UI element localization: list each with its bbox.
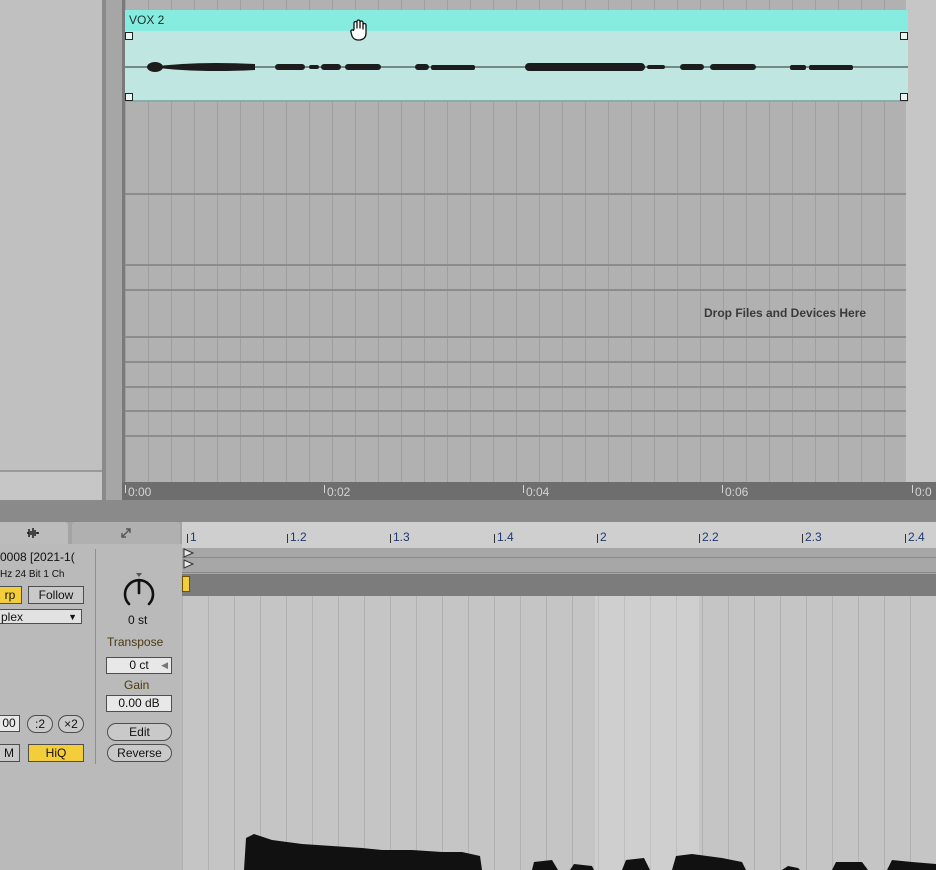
clip-handle-top-left[interactable]: [125, 32, 133, 40]
transpose-knob[interactable]: [121, 573, 157, 611]
track-gutter: [106, 0, 122, 500]
clip-detail-panel: 0008 [2021-1( Hz 24 Bit 1 Ch rp Follow p…: [0, 544, 182, 870]
track-lane-divider: [125, 410, 936, 412]
transpose-label: Transpose: [107, 635, 164, 649]
tempo-field[interactable]: 00: [0, 715, 20, 732]
left-panel-footer: [0, 472, 102, 500]
tab-envelopes[interactable]: [72, 522, 180, 544]
drop-files-hint: Drop Files and Devices Here: [704, 306, 867, 320]
halve-tempo-label: :2: [34, 717, 45, 731]
hiq-button[interactable]: HiQ: [28, 744, 84, 762]
marker-lane-divider: [182, 557, 936, 558]
sample-waveform: [244, 834, 936, 870]
halve-tempo-button[interactable]: :2: [27, 715, 53, 733]
clip-handle-top-right[interactable]: [900, 32, 908, 40]
time-ruler-label: 0:0: [912, 485, 932, 499]
clip-handle-bottom-right[interactable]: [900, 93, 908, 101]
time-ruler-label: 0:00: [124, 485, 152, 499]
audio-clip-vox2[interactable]: VOX 2: [125, 10, 908, 102]
track-lane-divider: [125, 289, 936, 291]
caret-left-icon: ◀: [161, 660, 168, 670]
warp-button[interactable]: rp: [0, 586, 22, 604]
view-splitter[interactable]: [0, 500, 936, 522]
track-lane-divider: [125, 361, 936, 363]
chevron-down-icon: ▼: [68, 612, 77, 622]
clip-waveform: [125, 62, 908, 72]
expand-arrows-icon: [121, 528, 131, 538]
gain-label: Gain: [124, 678, 150, 692]
ram-button[interactable]: M: [0, 744, 20, 762]
track-lane-divider: [125, 336, 936, 338]
bar-ruler-label: 2.4: [905, 530, 925, 544]
warp-mode-value: plex: [1, 610, 24, 624]
edit-button[interactable]: Edit: [107, 723, 172, 741]
gain-field[interactable]: 0.00 dB: [106, 695, 172, 712]
transpose-value: 0 st: [128, 613, 148, 627]
warp-marker[interactable]: [182, 576, 190, 592]
tab-sample[interactable]: [0, 522, 68, 544]
track-lane-divider: [125, 264, 936, 266]
left-panel: [0, 0, 106, 500]
hand-grab-icon: [350, 19, 367, 41]
warp-mode-select[interactable]: plex ▼: [0, 609, 82, 624]
time-ruler-label: 0:06: [721, 485, 749, 499]
double-tempo-button[interactable]: ×2: [58, 715, 84, 733]
track-lane-divider: [125, 435, 936, 437]
bar-ruler-label: 2.3: [802, 530, 822, 544]
clip-title-bar[interactable]: VOX 2: [125, 10, 908, 31]
clip-name: VOX 2: [129, 13, 165, 27]
time-ruler-label: 0:04: [522, 485, 550, 499]
detune-value: 0 ct: [129, 658, 149, 672]
bar-ruler-label: 2: [597, 530, 607, 544]
sample-format: Hz 24 Bit 1 Ch: [0, 569, 65, 580]
start-marker-icon[interactable]: [183, 548, 195, 572]
follow-button[interactable]: Follow: [28, 586, 84, 604]
bar-ruler-label: 1.3: [390, 530, 410, 544]
arrangement-right-edge: [906, 0, 936, 482]
detune-field[interactable]: 0 ct ◀: [106, 657, 172, 674]
bar-ruler-label: 2.2: [699, 530, 719, 544]
marker-lane-divider: [182, 572, 936, 573]
track-lane-divider: [125, 386, 936, 388]
bar-ruler-label: 1: [187, 530, 197, 544]
clip-view-tabs: [0, 522, 182, 544]
clip-handle-bottom-left[interactable]: [125, 93, 133, 101]
sample-name: 0008 [2021-1(: [0, 550, 75, 564]
reverse-button[interactable]: Reverse: [107, 744, 172, 762]
bar-ruler-label: 1.4: [494, 530, 514, 544]
warp-marker-strip[interactable]: [182, 574, 936, 596]
bar-beat-ruler[interactable]: 1 1.2 1.3 1.4 2 2.2 2.3 2.4: [182, 522, 936, 548]
detail-column-divider: [95, 549, 96, 764]
track-lane-divider: [125, 193, 936, 195]
waveform-icon: [27, 528, 39, 538]
bar-ruler-label: 1.2: [287, 530, 307, 544]
time-ruler-label: 0:02: [323, 485, 351, 499]
time-ruler[interactable]: 0:00 0:02 0:04 0:06 0:0: [122, 482, 936, 500]
